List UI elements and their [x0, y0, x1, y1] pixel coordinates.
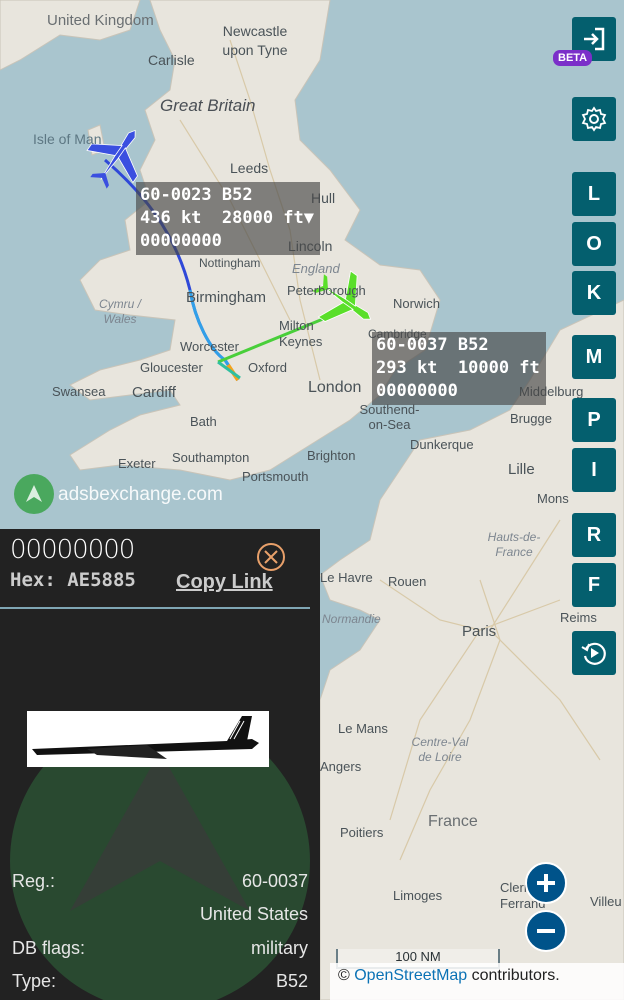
beta-badge: BETA: [553, 50, 593, 66]
label-wales: Cymru / Wales: [99, 297, 141, 326]
toolbar-button-f[interactable]: F: [572, 563, 616, 607]
label-angers: Angers: [320, 759, 362, 774]
type-row: Type: B52: [12, 971, 308, 992]
label-mons: Mons: [537, 491, 569, 506]
aircraft-id: 60-0023 B52: [140, 185, 253, 205]
label-dunkerque: Dunkerque: [410, 437, 474, 452]
type-label: Type:: [12, 971, 57, 991]
reg-row: Reg.: 60-0037: [12, 871, 308, 892]
db-flags-value: military: [251, 938, 308, 958]
label-hauts-de-france: Hauts-de-France: [487, 530, 541, 559]
aircraft-speed-altitude: 293 kt 10000 ft: [376, 358, 540, 378]
label-normandie: Normandie: [322, 612, 381, 626]
osm-link[interactable]: OpenStreetMap: [354, 967, 467, 984]
aircraft-id: 60-0037 B52: [376, 335, 489, 355]
aircraft-speed-altitude: 436 kt 28000 ft▼: [140, 208, 314, 228]
adsbexchange-logo-icon: [14, 474, 54, 514]
aircraft-info-panel: 00000000 Hex: AE5885 Copy Link Reg.: 60-…: [0, 529, 320, 1000]
zoom-out-button[interactable]: [525, 910, 567, 952]
label-rouen: Rouen: [388, 574, 427, 589]
label-poitiers: Poitiers: [340, 825, 384, 840]
watermark-text: adsbexchange.com: [58, 484, 223, 505]
label-le-mans: Le Mans: [338, 721, 388, 736]
aircraft-label-60-0037[interactable]: 60-0037 B52 293 kt 10000 ft 00000000: [372, 332, 546, 405]
label-united-kingdom: United Kingdom: [47, 12, 154, 29]
label-brugge: Brugge: [510, 411, 552, 426]
aircraft-squawk: 00000000: [376, 381, 458, 401]
label-england: England: [292, 261, 340, 276]
attribution-prefix: ©: [338, 967, 355, 984]
label-portsmouth: Portsmouth: [242, 469, 309, 484]
db-flags-label: DB flags:: [12, 938, 86, 958]
toolbar-button-m[interactable]: M: [572, 335, 616, 379]
label-southend: Southend-on-Sea: [359, 402, 420, 432]
label-leeds: Leeds: [230, 160, 269, 176]
label-cardiff: Cardiff: [132, 384, 176, 401]
replay-icon: [581, 642, 606, 665]
copy-link-button[interactable]: Copy Link: [176, 571, 273, 594]
attribution: © OpenStreetMap contributors.: [330, 963, 624, 1000]
close-button[interactable]: [256, 542, 286, 572]
b52-photo-icon: [32, 716, 259, 759]
label-bath: Bath: [190, 414, 217, 429]
label-centre-val-de-loire: Centre-Val de Loire: [411, 735, 469, 764]
toolbar-button-p[interactable]: P: [572, 398, 616, 442]
toolbar-button-k[interactable]: K: [572, 271, 616, 315]
label-milton-keynes: Milton Keynes: [279, 318, 323, 349]
replay-button[interactable]: [572, 631, 616, 675]
label-oxford: Oxford: [248, 360, 288, 375]
label-peterborough: Peterborough: [287, 283, 366, 298]
toolbar-button-o[interactable]: O: [572, 222, 616, 266]
zoom-in-icon: [537, 874, 555, 892]
attribution-suffix: contributors.: [467, 967, 560, 984]
country-value: United States: [199, 904, 308, 924]
label-swansea: Swansea: [52, 384, 106, 399]
label-villeurbanne: Villeu: [590, 894, 622, 909]
reg-label: Reg.:: [12, 871, 56, 891]
reg-value: 60-0037: [241, 871, 308, 891]
hex-label: Hex:: [10, 569, 56, 591]
label-reims: Reims: [560, 610, 597, 625]
toolbar-button-i[interactable]: I: [572, 448, 616, 492]
label-great-britain: Great Britain: [160, 96, 256, 115]
label-france: France: [428, 813, 478, 830]
label-carlisle: Carlisle: [148, 52, 195, 68]
gear-icon: [581, 106, 607, 132]
label-london: London: [308, 379, 362, 396]
label-le-havre: Le Havre: [320, 570, 373, 585]
sign-in-icon: [584, 27, 605, 51]
label-limoges: Limoges: [393, 888, 443, 903]
label-paris: Paris: [462, 623, 497, 640]
zoom-in-button[interactable]: [525, 862, 567, 904]
label-worcester: Worcester: [180, 339, 239, 354]
aircraft-label-60-0023[interactable]: 60-0023 B52 436 kt 28000 ft▼ 00000000: [136, 182, 320, 255]
label-newcastle: Newcastle upon Tyne: [222, 23, 288, 58]
label-isle-of-man: Isle of Man: [33, 131, 102, 147]
aircraft-squawk: 00000000: [140, 231, 222, 251]
label-gloucester: Gloucester: [140, 360, 203, 375]
label-southampton: Southampton: [172, 450, 250, 465]
type-value: B52: [275, 971, 308, 991]
label-birmingham: Birmingham: [186, 289, 267, 306]
label-lille: Lille: [508, 461, 535, 478]
toolbar-button-l[interactable]: L: [572, 172, 616, 216]
label-nottingham: Nottingham: [199, 256, 261, 270]
close-circle-icon: [257, 543, 285, 571]
label-norwich: Norwich: [393, 296, 440, 311]
callsign: 00000000: [10, 535, 135, 565]
label-exeter: Exeter: [118, 456, 156, 471]
db-flags-row: DB flags: military: [12, 938, 308, 959]
zoom-out-icon: [537, 929, 555, 933]
hex-value: AE5885: [67, 569, 136, 591]
settings-button[interactable]: [572, 97, 616, 141]
label-brighton: Brighton: [307, 448, 356, 463]
aircraft-photo[interactable]: [27, 711, 269, 767]
toolbar-button-r[interactable]: R: [572, 513, 616, 557]
panel-divider: [0, 607, 310, 609]
